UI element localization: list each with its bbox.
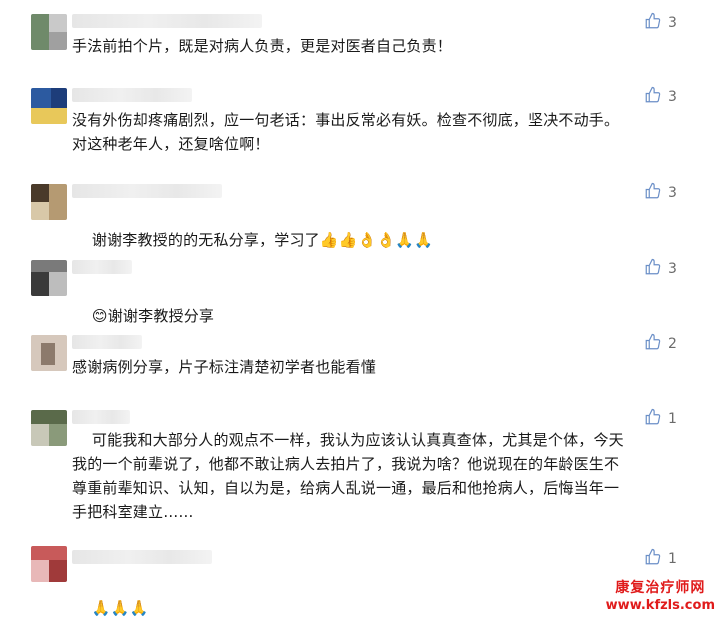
- like-count: 2: [668, 336, 677, 352]
- comment-text: 感谢病例分享，片子标注清楚初学者也能看懂: [72, 358, 377, 376]
- like-button[interactable]: 3: [644, 86, 677, 108]
- comment-text: 😊谢谢李教授分享: [72, 280, 679, 352]
- nickname-blurred: [72, 88, 192, 102]
- nickname-blurred: [72, 14, 262, 28]
- smile-emoji: 😊: [91, 307, 108, 325]
- nickname-blurred: [72, 410, 130, 424]
- like-count: 3: [668, 15, 677, 31]
- nickname-blurred: [72, 184, 222, 198]
- like-count: 1: [668, 411, 677, 427]
- avatar[interactable]: [31, 260, 67, 296]
- thumbs-up-icon: [644, 548, 662, 570]
- comment-body: 谢谢李教授分享: [107, 307, 215, 325]
- thumbs-up-icon: [644, 408, 662, 430]
- thumbs-up-icon: [644, 258, 662, 280]
- comment-text: 可能我和大部分人的观点不一样，我认为应该认认真真查体，尤其是个体，今天 我的一个…: [72, 431, 624, 521]
- avatar[interactable]: [31, 410, 67, 446]
- like-count: 3: [668, 261, 677, 277]
- emoji-group: 👍👍👌👌🙏🙏: [319, 231, 434, 249]
- like-button[interactable]: 2: [644, 333, 677, 355]
- watermark-url: www.kfzls.com: [605, 598, 715, 613]
- site-watermark: 康复治疗师网 www.kfzls.com: [606, 580, 715, 614]
- comment-body: 谢谢李教授的的无私分享，学习了: [91, 231, 320, 249]
- watermark-name: 康复治疗师网: [615, 580, 706, 596]
- avatar[interactable]: [31, 184, 67, 220]
- thumbs-up-icon: [644, 86, 662, 108]
- avatar[interactable]: [31, 546, 67, 582]
- pray-emoji-group: 🙏🙏🙏: [91, 599, 149, 617]
- nickname-blurred: [72, 550, 212, 564]
- comment-text: 🙏🙏🙏: [72, 572, 679, 644]
- avatar[interactable]: [31, 335, 67, 371]
- avatar[interactable]: [31, 14, 67, 50]
- like-count: 3: [668, 185, 677, 201]
- comment-text: 谢谢李教授的的无私分享，学习了👍👍👌👌🙏🙏: [72, 204, 679, 276]
- like-count: 3: [668, 89, 677, 105]
- like-button[interactable]: 3: [644, 258, 677, 280]
- comment-text: 没有外伤却疼痛剧烈，应一句老话：事出反常必有妖。检查不彻底，坚决不动手。 对这种…: [72, 111, 620, 153]
- thumbs-up-icon: [644, 182, 662, 204]
- nickname-blurred: [72, 260, 132, 274]
- thumbs-up-icon: [644, 333, 662, 355]
- like-count: 1: [668, 551, 677, 567]
- comment-text: 手法前拍个片，既是对病人负责，更是对医者自己负责！: [72, 37, 453, 55]
- like-button[interactable]: 3: [644, 182, 677, 204]
- thumbs-up-icon: [644, 12, 662, 34]
- like-button[interactable]: 1: [644, 408, 677, 430]
- avatar[interactable]: [31, 88, 67, 124]
- like-button[interactable]: 1: [644, 548, 677, 570]
- like-button[interactable]: 3: [644, 12, 677, 34]
- nickname-blurred: [72, 335, 142, 349]
